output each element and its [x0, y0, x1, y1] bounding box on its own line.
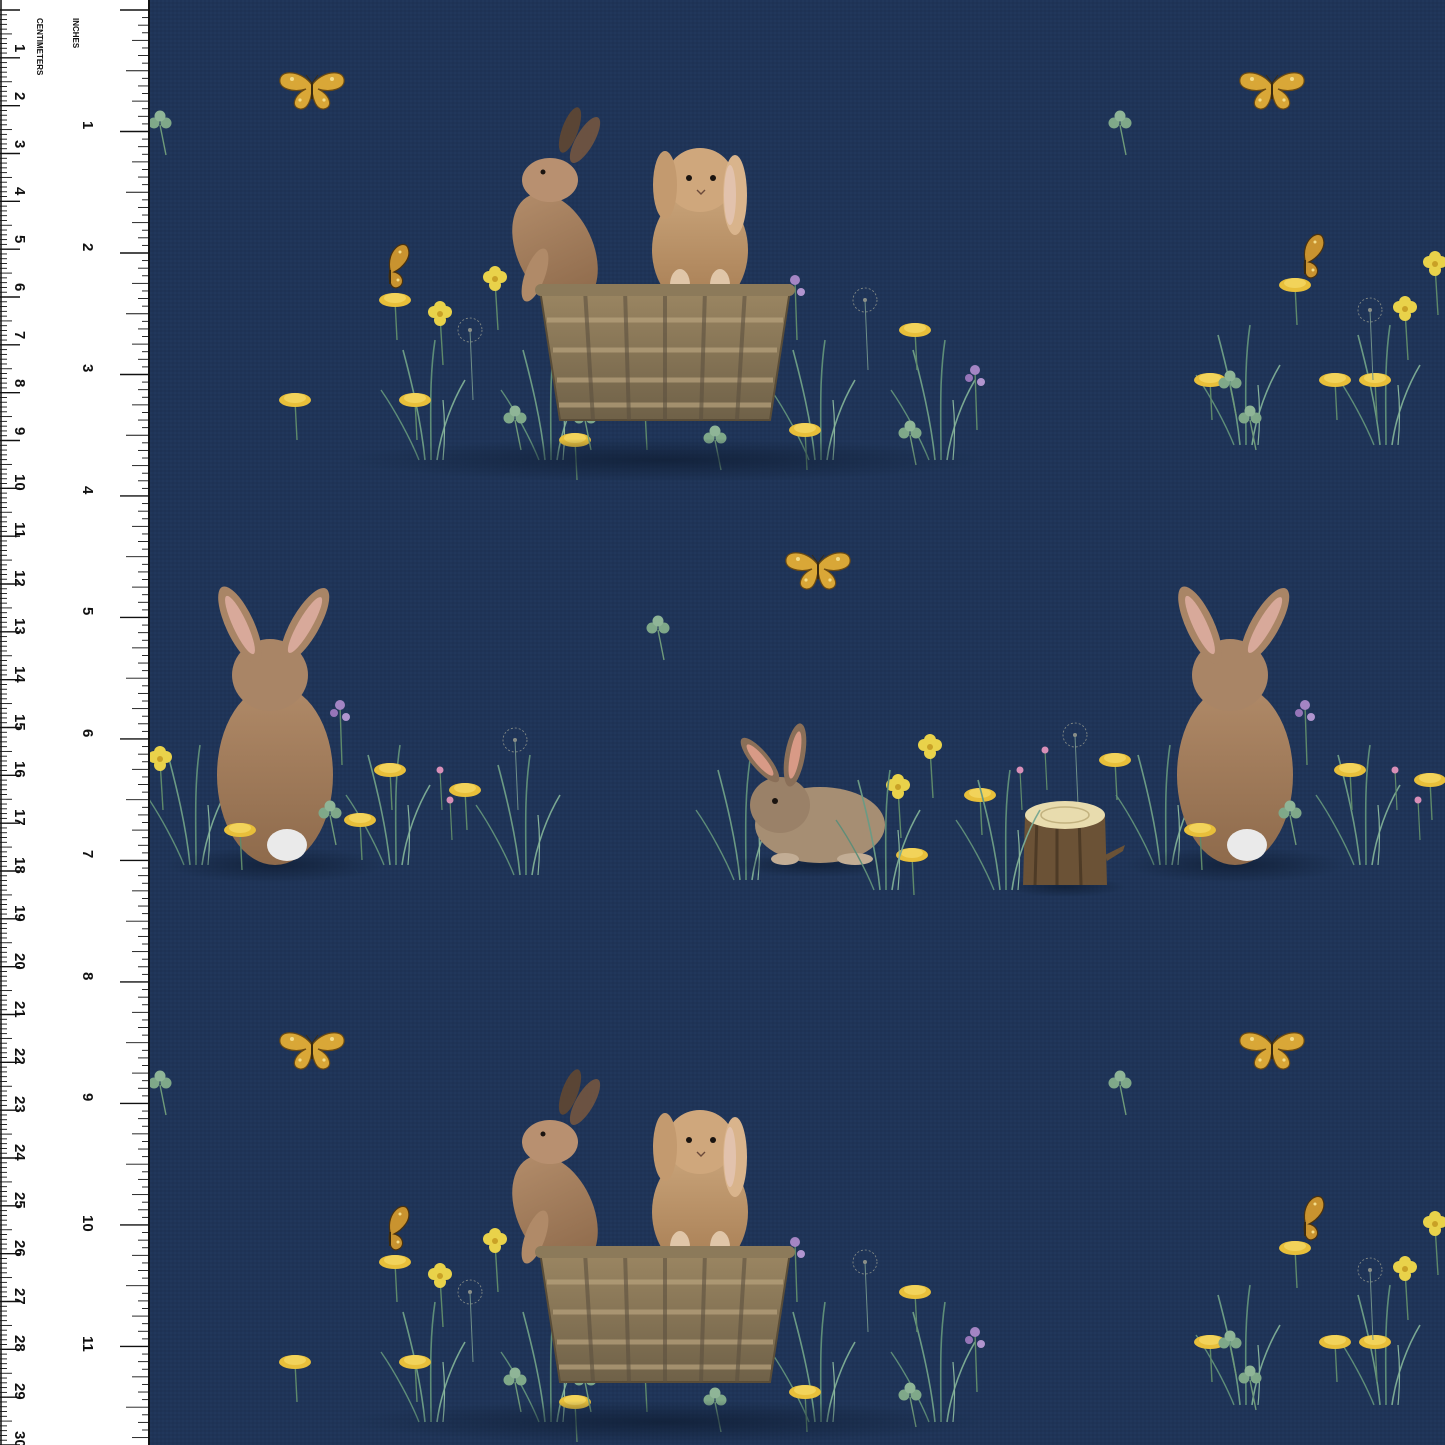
cm-number: 27 [11, 1287, 28, 1305]
inch-number: 1 [79, 121, 96, 130]
cm-number: 8 [11, 378, 28, 387]
inch-number: 4 [79, 485, 96, 495]
inch-number: 11 [79, 1336, 96, 1353]
pattern-artwork [150, 0, 1445, 1445]
cm-number: 11 [11, 522, 28, 539]
cm-number: 24 [11, 1144, 28, 1161]
cm-number: 6 [11, 283, 28, 292]
cm-number: 28 [11, 1335, 28, 1353]
inch-number: 5 [79, 607, 96, 616]
cm-number: 2 [11, 91, 28, 100]
cm-number: 14 [11, 665, 28, 683]
cm-number: 29 [11, 1383, 28, 1400]
cm-number: 1 [11, 43, 28, 53]
cm-number: 15 [11, 713, 28, 731]
inch-number: 3 [79, 364, 96, 373]
cm-number: 30 [11, 1431, 28, 1445]
measuring-ruler: CENTIMETERS INCHES 1 2 3 4 5 6 7 8 9 10 11 12 13 14 15… [0, 0, 150, 1445]
cm-number: 26 [11, 1239, 28, 1257]
cm-number: 9 [11, 426, 28, 435]
cm-number: 7 [11, 330, 28, 340]
centimeters-label: CENTIMETERS [35, 18, 44, 76]
cm-number: 18 [11, 857, 28, 874]
cm-number: 21 [11, 1000, 28, 1018]
cm-number: 25 [11, 1191, 28, 1209]
cm-number: 12 [11, 570, 28, 587]
cm-number: 13 [11, 617, 28, 635]
cm-number: 19 [11, 904, 28, 922]
inches-label: INCHES [71, 18, 80, 49]
cm-number: 17 [11, 809, 28, 826]
cm-number: 22 [11, 1048, 28, 1066]
inch-number: 9 [79, 1093, 96, 1102]
cm-number: 23 [11, 1096, 28, 1113]
cm-number: 4 [11, 187, 28, 196]
cm-number: 16 [11, 761, 28, 779]
cm-number: 20 [11, 952, 28, 970]
inch-number: 8 [79, 971, 96, 981]
cm-number: 5 [11, 235, 28, 244]
inch-number: 6 [79, 728, 96, 738]
inch-number: 10 [79, 1214, 96, 1232]
inch-number: 7 [79, 850, 96, 859]
cm-number: 10 [11, 474, 28, 492]
fabric-print-pattern [150, 0, 1445, 1445]
cm-number: 3 [11, 139, 28, 148]
inch-number: 2 [79, 242, 96, 252]
